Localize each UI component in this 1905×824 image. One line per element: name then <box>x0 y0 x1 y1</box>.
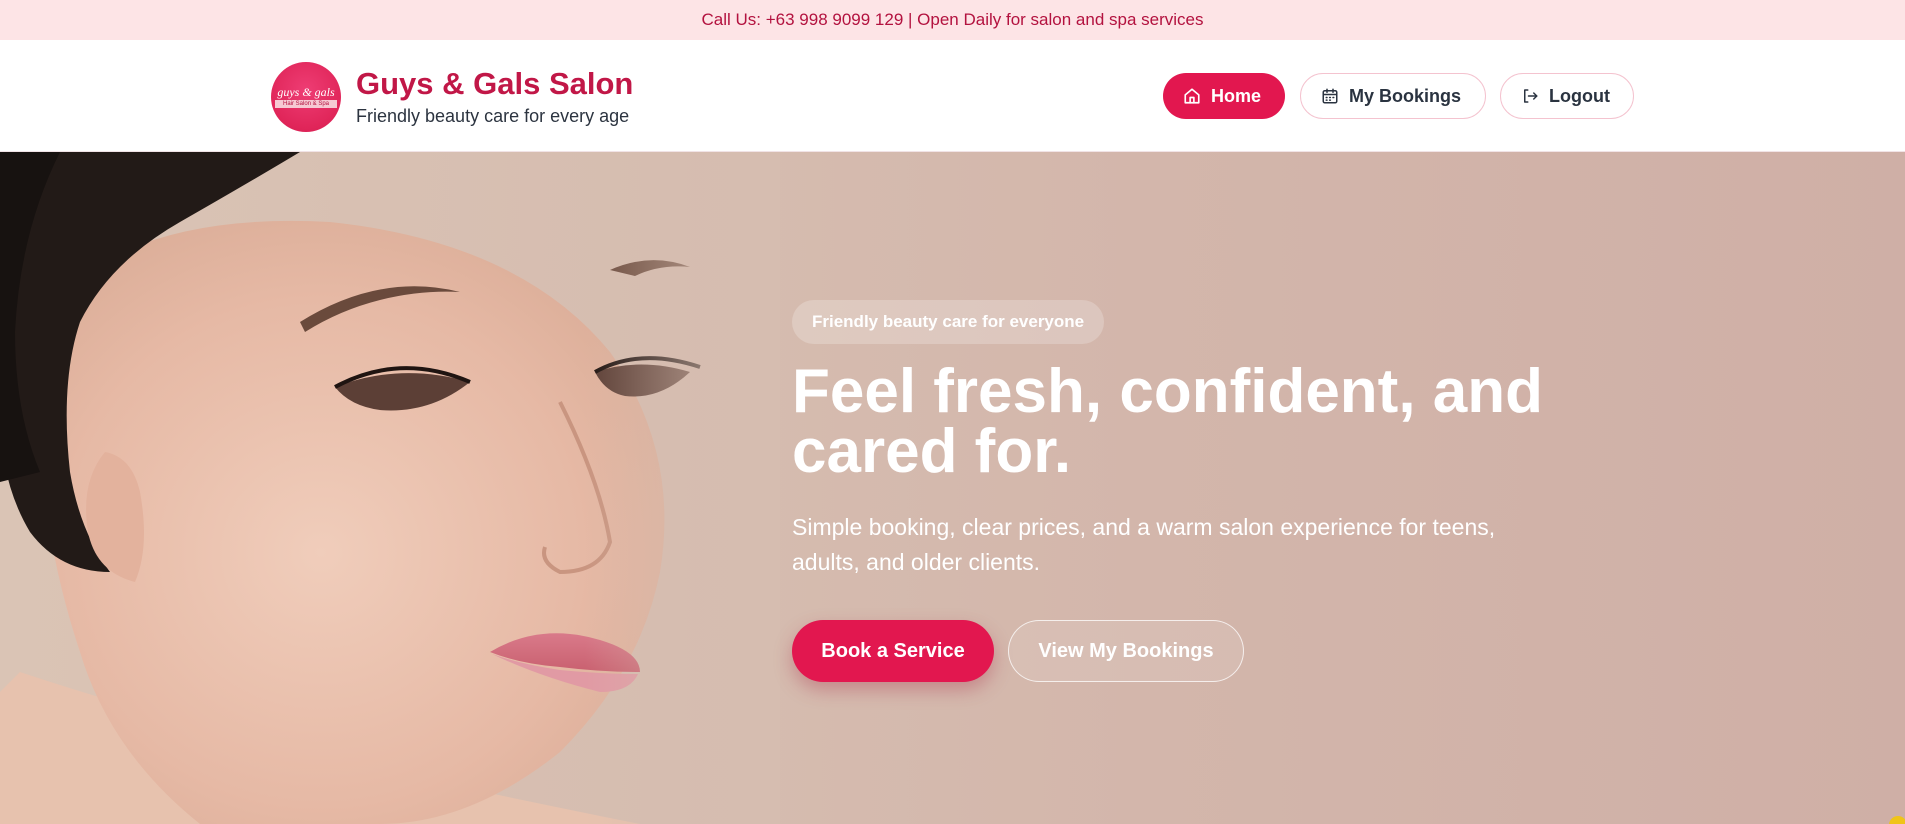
nav-my-bookings-label: My Bookings <box>1349 85 1462 106</box>
logout-icon <box>1524 89 1538 103</box>
hero-model-photo <box>0 152 780 824</box>
view-bookings-button[interactable]: View My Bookings <box>1008 620 1244 682</box>
hero-subtext: Simple booking, clear prices, and a warm… <box>792 514 1496 575</box>
brand-name[interactable]: Guys & Gals Salon <box>356 66 633 102</box>
announcement-text: Call Us: +63 998 9099 129 | Open Daily f… <box>701 10 1204 29</box>
chat-widget-icon[interactable] <box>1889 816 1905 824</box>
nav-home-label: Home <box>1211 85 1262 106</box>
hero-section: Friendly beauty care for everyone Feel f… <box>0 152 1905 824</box>
book-service-button[interactable]: Book a Service <box>792 620 994 682</box>
nav-logout-button[interactable]: Logout <box>1500 73 1634 119</box>
nav-home-button[interactable]: Home <box>1163 73 1285 119</box>
nav-my-bookings-button[interactable]: My Bookings <box>1300 73 1486 119</box>
logo-text: guys & gals <box>277 85 335 99</box>
logo-subtext: Hair Salon & Spa <box>275 100 337 108</box>
nav-logout-label: Logout <box>1549 85 1610 106</box>
home-icon <box>1184 88 1200 104</box>
calendar-icon <box>1322 88 1338 104</box>
brand-tagline: Friendly beauty care for every age <box>356 106 630 126</box>
announcement-bar: Call Us: +63 998 9099 129 | Open Daily f… <box>0 0 1905 40</box>
hero-headline: Feel fresh, confident, and cared for. <box>792 357 1543 486</box>
site-header: guys & gals Hair Salon & Spa Guys & Gals… <box>0 40 1905 152</box>
hero-badge: Friendly beauty care for everyone <box>792 300 1105 344</box>
salon-logo[interactable]: guys & gals Hair Salon & Spa <box>271 62 341 132</box>
